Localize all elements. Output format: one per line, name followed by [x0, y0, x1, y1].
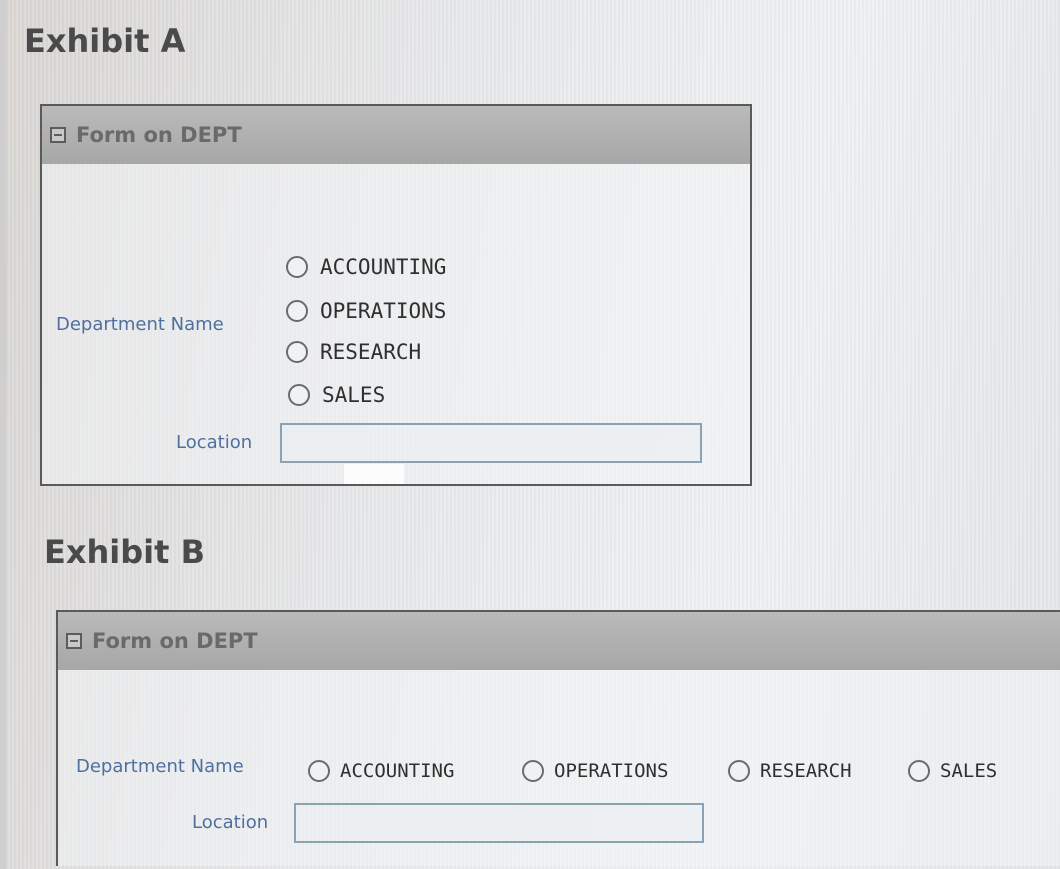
photo-frame-edge: [0, 0, 6, 869]
exhibit-a-location-input[interactable]: [280, 423, 702, 463]
exhibit-a-title: Exhibit A: [24, 22, 186, 60]
radio-button-icon[interactable]: [308, 760, 330, 782]
exhibit-b-radio-label: OPERATIONS: [554, 760, 669, 782]
radio-button-icon[interactable]: [286, 300, 308, 322]
radio-button-icon[interactable]: [522, 760, 544, 782]
exhibit-b-location-input[interactable]: [294, 803, 704, 843]
exhibit-b-radio-operations[interactable]: OPERATIONS: [522, 760, 668, 782]
exhibit-a-radio-label: ACCOUNTING: [320, 255, 447, 279]
exhibit-a-radio-accounting[interactable]: ACCOUNTING: [286, 255, 446, 279]
exhibit-b-region-header: Form on DEPT: [58, 612, 1060, 670]
exhibit-b-radio-label: ACCOUNTING: [340, 760, 455, 782]
radio-button-icon[interactable]: [908, 760, 930, 782]
exhibit-a-radio-label: RESEARCH: [320, 340, 422, 364]
exhibit-a-location-label: Location: [176, 432, 253, 453]
exhibit-b-radio-label: SALES: [940, 760, 998, 782]
collapse-minus-icon[interactable]: [50, 127, 66, 143]
radio-button-icon[interactable]: [288, 384, 310, 406]
radio-button-icon[interactable]: [728, 760, 750, 782]
radio-button-icon[interactable]: [286, 256, 308, 278]
exhibit-b-radio-label: RESEARCH: [760, 760, 852, 782]
exhibit-a-radio-research[interactable]: RESEARCH: [286, 340, 421, 364]
exhibit-a-radio-label: OPERATIONS: [320, 299, 447, 323]
exhibit-a-radio-operations[interactable]: OPERATIONS: [286, 299, 446, 323]
photo-glare: [344, 464, 404, 484]
collapse-minus-icon[interactable]: [66, 633, 82, 649]
radio-button-icon[interactable]: [286, 341, 308, 363]
exhibit-a-region-title: Form on DEPT: [76, 123, 242, 147]
exhibit-a-radio-label: SALES: [322, 383, 386, 407]
exhibit-a-region-header: Form on DEPT: [42, 106, 750, 164]
exhibit-b-department-name-label: Department Name: [76, 756, 244, 777]
exhibit-b-radio-research[interactable]: RESEARCH: [728, 760, 852, 782]
exhibit-b-region-title: Form on DEPT: [92, 629, 258, 653]
exhibit-a-radio-sales[interactable]: SALES: [288, 383, 385, 407]
exhibit-b-radio-sales[interactable]: SALES: [908, 760, 997, 782]
exhibit-b-location-label: Location: [192, 812, 269, 833]
exhibit-b-radio-accounting[interactable]: ACCOUNTING: [308, 760, 454, 782]
exhibit-a-department-name-label: Department Name: [56, 314, 224, 335]
exhibit-b-title: Exhibit B: [44, 533, 205, 571]
